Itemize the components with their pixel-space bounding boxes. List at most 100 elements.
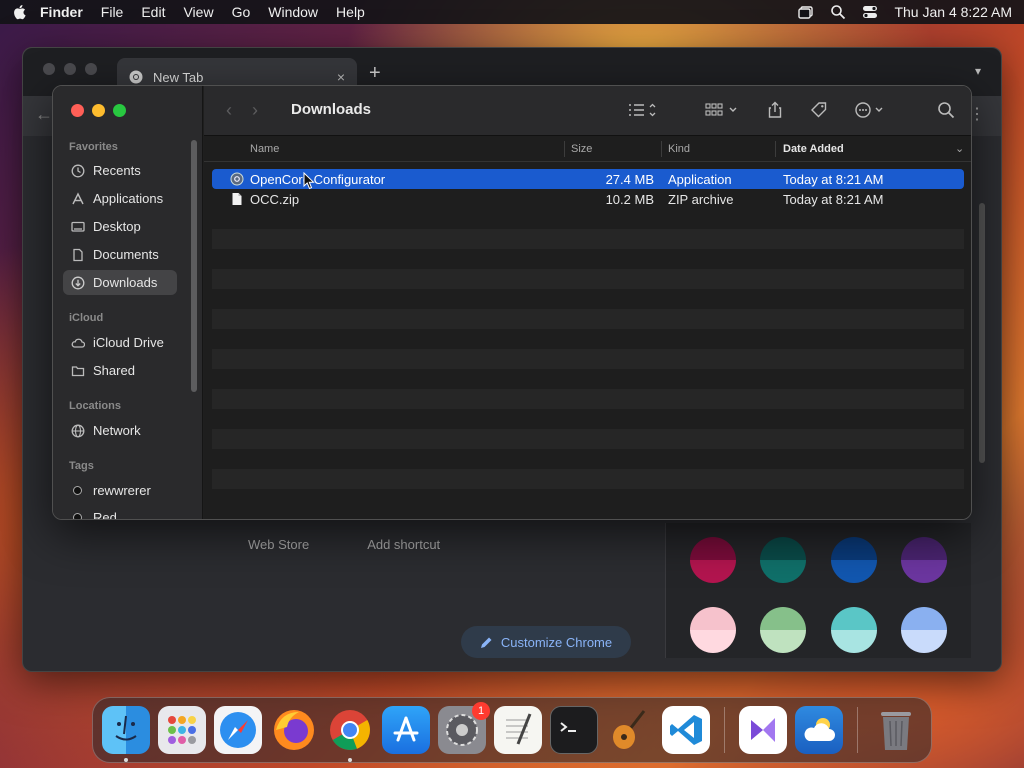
chrome-zoom-button[interactable] <box>85 63 97 75</box>
column-date-added[interactable]: Date Added <box>783 143 844 155</box>
sidebar-heading-icloud: iCloud <box>69 312 104 324</box>
back-arrow-icon[interactable]: ← <box>35 104 53 125</box>
sidebar-item-downloads[interactable]: Downloads <box>63 270 177 295</box>
menu-view[interactable]: View <box>183 4 213 20</box>
sidebar-item-desktop[interactable]: Desktop <box>63 214 177 239</box>
forward-chevron-icon[interactable]: › <box>252 100 258 121</box>
column-name[interactable]: Name <box>250 143 279 155</box>
dock-chrome[interactable] <box>326 706 374 762</box>
dock-safari[interactable] <box>214 706 262 754</box>
chrome-minimize-button[interactable] <box>64 63 76 75</box>
guitar-icon <box>613 710 646 749</box>
menu-clock[interactable]: Thu Jan 4 8:22 AM <box>894 4 1012 20</box>
dock-textedit[interactable] <box>494 706 542 754</box>
applications-icon <box>72 191 84 204</box>
file-date-added: Today at 8:21 AM <box>783 172 884 187</box>
apple-menu-icon[interactable] <box>12 4 26 20</box>
dock-system-settings[interactable]: 1 <box>438 702 490 754</box>
empty-row <box>212 209 964 229</box>
window-title: Downloads <box>291 101 372 118</box>
color-swatch[interactable] <box>901 607 947 653</box>
finder-close-button[interactable] <box>71 104 84 117</box>
sidebar-item-recents[interactable]: Recents <box>63 158 177 183</box>
file-name: OCC.zip <box>250 192 300 207</box>
safari-compass-icon <box>220 712 256 748</box>
chrome-scrollbar[interactable] <box>979 203 985 463</box>
dock-vscode[interactable] <box>662 706 710 754</box>
color-swatch[interactable] <box>690 537 736 583</box>
dock-firefox[interactable] <box>270 706 318 754</box>
tag-icon[interactable] <box>808 100 830 120</box>
dock-finder[interactable] <box>102 706 150 762</box>
customize-chrome-label: Customize Chrome <box>500 634 613 650</box>
column-kind[interactable]: Kind <box>668 143 690 155</box>
column-divider[interactable] <box>564 141 565 157</box>
color-swatch[interactable] <box>901 537 947 583</box>
color-swatch[interactable] <box>760 537 806 583</box>
menu-app-name[interactable]: Finder <box>40 4 83 20</box>
close-tab-icon[interactable]: × <box>337 69 345 85</box>
sidebar-item-network[interactable]: Network <box>63 418 177 443</box>
stage-manager-icon[interactable] <box>798 4 814 20</box>
menu-file[interactable]: File <box>101 4 124 20</box>
sidebar-item-label: Recents <box>93 163 141 178</box>
sort-chevron-icon[interactable]: ⌄ <box>955 142 964 155</box>
finder-minimize-button[interactable] <box>92 104 105 117</box>
sidebar-item-shared[interactable]: Shared <box>63 358 177 383</box>
dock-app-store[interactable] <box>382 706 430 754</box>
spotlight-search-icon[interactable] <box>830 4 846 20</box>
share-icon[interactable] <box>764 100 786 120</box>
color-swatch[interactable] <box>760 607 806 653</box>
sidebar-scrollbar[interactable] <box>191 140 197 392</box>
column-divider[interactable] <box>661 141 662 157</box>
finder-sidebar: Favorites Recents Applications Desktop D… <box>53 86 203 519</box>
empty-row <box>212 309 964 329</box>
finder-zoom-button[interactable] <box>113 104 126 117</box>
empty-row <box>212 389 964 409</box>
column-size[interactable]: Size <box>571 143 592 155</box>
menu-window[interactable]: Window <box>268 4 318 20</box>
cloud-icon <box>71 338 85 348</box>
menu-help[interactable]: Help <box>336 4 365 20</box>
customize-chrome-button[interactable]: Customize Chrome <box>461 626 631 658</box>
dock-weather[interactable] <box>795 706 843 754</box>
new-tab-button[interactable]: + <box>369 62 381 85</box>
menu-edit[interactable]: Edit <box>141 4 165 20</box>
group-view-icon[interactable] <box>702 100 742 120</box>
sidebar-item-label: Documents <box>93 247 159 262</box>
tab-search-chevron-icon[interactable]: ▾ <box>975 64 981 78</box>
table-row[interactable]: OpenCore Configurator 27.4 MB Applicatio… <box>212 169 964 189</box>
list-view-icon[interactable] <box>624 100 660 120</box>
sidebar-item-tag-rewwrerer[interactable]: rewwrerer <box>63 478 177 503</box>
dock-trash[interactable] <box>872 706 920 754</box>
empty-row <box>212 289 964 309</box>
shortcut-web-store[interactable]: Web Store <box>248 537 309 552</box>
sidebar-heading-favorites: Favorites <box>69 141 118 153</box>
desktop-icon <box>71 221 85 232</box>
control-center-icon[interactable] <box>862 4 878 20</box>
dock-visual-studio[interactable] <box>739 706 787 754</box>
more-actions-icon[interactable] <box>852 100 890 120</box>
dock-launchpad[interactable] <box>158 706 206 754</box>
color-swatch[interactable] <box>831 537 877 583</box>
dock-terminal[interactable] <box>550 706 598 754</box>
chrome-close-button[interactable] <box>43 63 55 75</box>
shortcut-add[interactable]: Add shortcut <box>367 537 440 552</box>
sidebar-item-documents[interactable]: Documents <box>63 242 177 267</box>
table-row[interactable]: OCC.zip 10.2 MB ZIP archive Today at 8:2… <box>212 189 964 209</box>
menu-go[interactable]: Go <box>232 4 251 20</box>
sidebar-item-icloud-drive[interactable]: iCloud Drive <box>63 330 177 355</box>
color-swatch[interactable] <box>690 607 736 653</box>
empty-row <box>212 469 964 489</box>
app-gear-icon <box>230 172 244 186</box>
file-kind: Application <box>668 172 732 187</box>
color-swatch[interactable] <box>831 607 877 653</box>
dock-garageband[interactable] <box>606 706 654 754</box>
mouse-cursor-icon <box>303 172 315 190</box>
empty-row <box>212 369 964 389</box>
sidebar-item-applications[interactable]: Applications <box>63 186 177 211</box>
back-chevron-icon[interactable]: ‹ <box>226 100 232 121</box>
sidebar-item-tag-red[interactable]: Red <box>63 505 177 519</box>
search-icon[interactable] <box>937 101 955 119</box>
column-divider[interactable] <box>775 141 776 157</box>
